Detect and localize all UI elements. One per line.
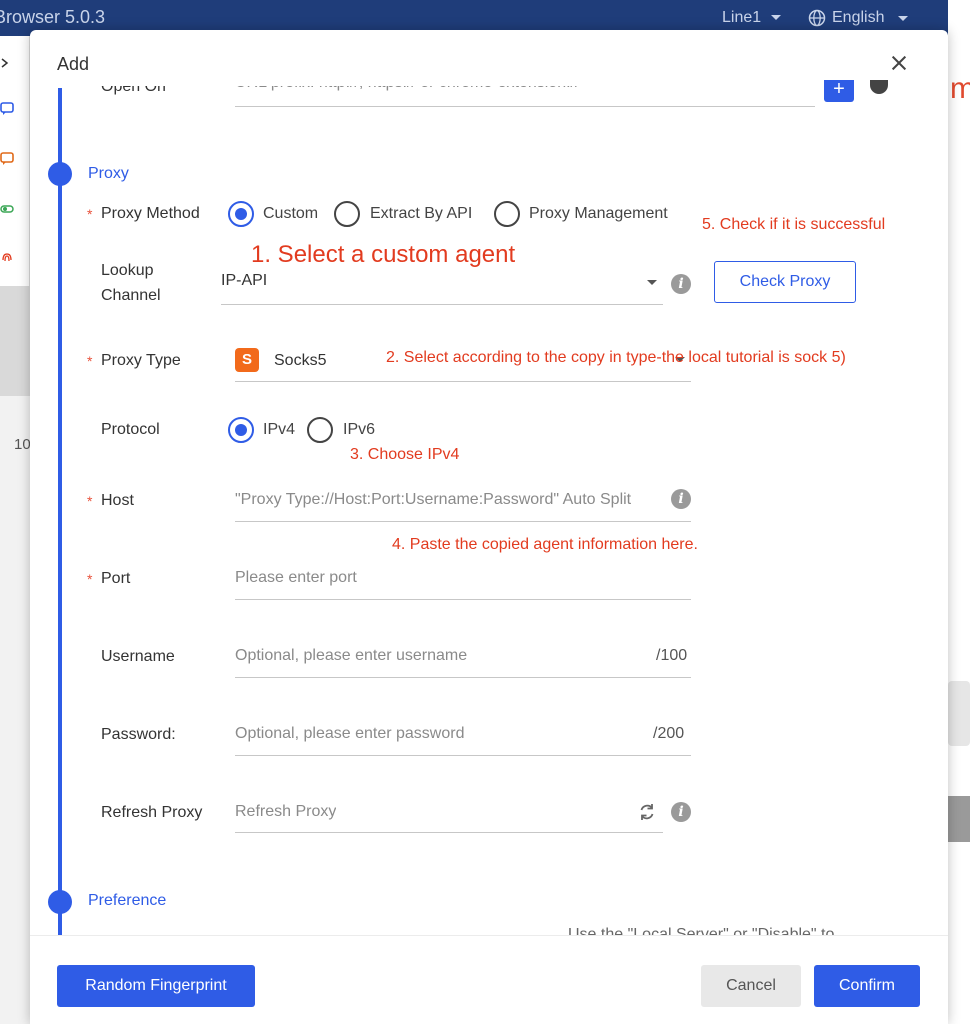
radio-ipv6[interactable] (307, 417, 333, 443)
help-icon (870, 80, 888, 94)
chevron-down-icon (898, 15, 909, 21)
app-title: Browser 5.0.3 (0, 7, 106, 27)
radio-ipv4[interactable] (228, 417, 254, 443)
line-selector[interactable]: Line1 (722, 9, 782, 27)
cancel-button[interactable]: Cancel (701, 965, 801, 1007)
random-fingerprint-button[interactable]: Random Fingerprint (57, 965, 255, 1007)
proxy-type-underline (235, 381, 691, 382)
radio-extract-by-api-label[interactable]: Extract By API (370, 205, 472, 223)
background-sidebar-panel (0, 36, 30, 286)
password-input[interactable]: Optional, please enter password (235, 725, 464, 743)
info-icon: i (671, 489, 691, 509)
port-underline (235, 599, 691, 600)
radio-ipv6-label[interactable]: IPv6 (343, 421, 375, 439)
username-label: Username (101, 648, 175, 665)
refresh-proxy-label: Refresh Proxy (101, 804, 203, 821)
toggle-icon (0, 205, 14, 213)
lookup-channel-underline (221, 304, 663, 305)
host-input[interactable]: "Proxy Type://Host:Port:Username:Passwor… (235, 491, 665, 509)
language-selector[interactable]: English (808, 9, 909, 27)
username-counter: /100 (656, 647, 688, 664)
preference-section-title: Preference (88, 892, 167, 909)
port-input[interactable]: Please enter port (235, 569, 357, 587)
host-label-text: Host (101, 492, 134, 509)
background-sidebar: 10 (0, 36, 31, 1024)
proxy-type-select[interactable]: Socks5 (274, 352, 326, 370)
section-timeline (58, 88, 62, 966)
proxy-type-label-text: Proxy Type (101, 352, 181, 369)
required-marker: * (87, 571, 93, 587)
modal-footer: Random Fingerprint Cancel Confirm (30, 935, 948, 1024)
check-proxy-button[interactable]: Check Proxy (714, 261, 856, 303)
chevron-down-icon[interactable] (647, 280, 657, 285)
add-url-button[interactable]: + (824, 79, 854, 102)
annotation-step2: 2. Select according to the copy in type-… (386, 349, 846, 366)
proxy-section-title: Proxy (88, 165, 129, 182)
refresh-icon[interactable] (637, 802, 657, 822)
lookup-channel-label: Lookup Channel (101, 258, 161, 308)
close-icon[interactable] (888, 52, 910, 74)
refresh-proxy-underline (235, 832, 663, 833)
chat-icon (0, 102, 14, 115)
required-marker: * (87, 493, 93, 509)
background-heading-fragment: m (950, 72, 970, 105)
refresh-proxy-input[interactable]: Refresh Proxy (235, 803, 336, 821)
protocol-label: Protocol (101, 421, 160, 438)
annotation-step5: 5. Check if it is successful (702, 216, 886, 233)
annotation-step1: 1. Select a custom agent (251, 241, 516, 268)
port-label-text: Port (101, 570, 131, 587)
info-icon: i (671, 802, 691, 822)
proxy-section-marker (48, 162, 72, 186)
host-label: * Host (87, 488, 134, 513)
background-band (0, 286, 30, 396)
line-label: Line1 (722, 9, 762, 26)
confirm-button[interactable]: Confirm (814, 965, 920, 1007)
info-icon: i (671, 274, 691, 294)
language-label: English (832, 9, 885, 26)
proxy-method-label: * Proxy Method (87, 201, 200, 226)
preference-section-marker (48, 890, 72, 914)
proxy-method-label-text: Proxy Method (101, 205, 200, 222)
lookup-channel-label-line1: Lookup (101, 262, 154, 279)
add-profile-modal: Add Open On URL prefix: http://, https:/… (30, 30, 948, 1024)
open-on-input[interactable]: URL prefix: http://, https:// or chrome-… (235, 86, 805, 92)
open-on-label: Open On (101, 78, 166, 95)
background-card (948, 681, 970, 746)
lookup-channel-label-line2: Channel (101, 287, 161, 304)
fingerprint-icon (2, 253, 12, 262)
radio-ipv4-label[interactable]: IPv4 (263, 421, 295, 439)
lookup-channel-select[interactable]: IP-API (221, 272, 267, 290)
background-number: 10 (14, 436, 31, 453)
radio-proxy-management[interactable] (494, 201, 520, 227)
port-label: * Port (87, 566, 131, 591)
chevron-down-icon (771, 15, 782, 21)
arrow-right-icon (1, 58, 9, 68)
required-marker: * (87, 206, 93, 222)
password-underline (235, 755, 691, 756)
annotation-step3: 3. Choose IPv4 (350, 446, 460, 463)
username-underline (235, 677, 691, 678)
socks-type-icon: S (235, 348, 259, 372)
globe-icon (808, 9, 826, 27)
radio-extract-by-api[interactable] (334, 201, 360, 227)
radio-proxy-management-label[interactable]: Proxy Management (529, 205, 668, 223)
username-input[interactable]: Optional, please enter username (235, 647, 467, 665)
preference-hint: Use the "Local Server" or "Disable" to (568, 926, 835, 935)
password-counter: /200 (653, 725, 685, 742)
background-bar (948, 796, 970, 842)
proxy-type-label: * Proxy Type (87, 348, 181, 373)
password-label: Password: (101, 726, 176, 743)
radio-custom[interactable] (228, 201, 254, 227)
background-right-area: m (948, 36, 970, 1024)
message-icon (0, 152, 14, 165)
host-underline (235, 521, 691, 522)
modal-title: Add (57, 54, 90, 74)
required-marker: * (87, 353, 93, 369)
radio-custom-label[interactable]: Custom (263, 205, 318, 223)
open-on-underline (235, 106, 815, 107)
annotation-step4: 4. Paste the copied agent information he… (392, 536, 698, 553)
